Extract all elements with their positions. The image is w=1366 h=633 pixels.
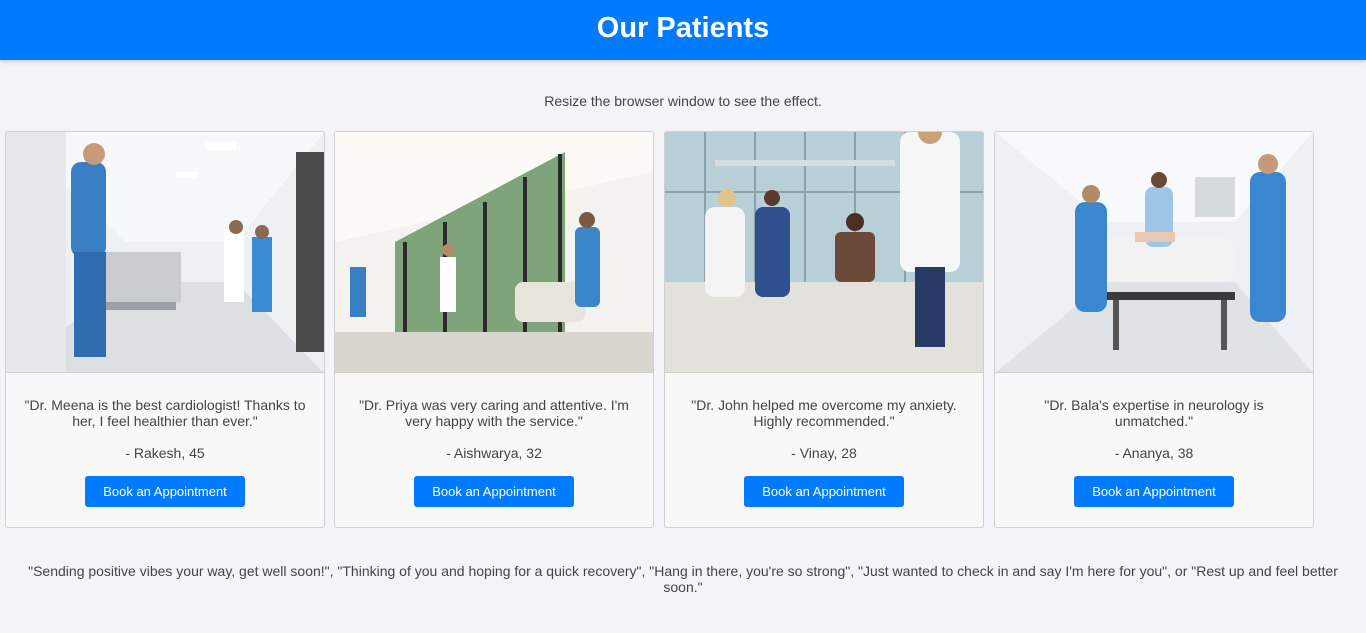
book-appointment-button[interactable]: Book an Appointment bbox=[744, 476, 904, 507]
testimonial-author: - Aishwarya, 32 bbox=[446, 445, 542, 461]
testimonial-quote: "Dr. John helped me overcome my anxiety.… bbox=[691, 397, 957, 429]
book-appointment-button[interactable]: Book an Appointment bbox=[414, 476, 574, 507]
testimonial-author: - Ananya, 38 bbox=[1114, 445, 1194, 461]
book-appointment-button[interactable]: Book an Appointment bbox=[1074, 476, 1234, 507]
get-well-messages: "Sending positive vibes your way, get we… bbox=[28, 563, 1338, 595]
testimonial-card: "Dr. Meena is the best cardiologist! Tha… bbox=[5, 131, 325, 528]
intro-text: Resize the browser window to see the eff… bbox=[544, 93, 822, 109]
hospital-corridor-photo bbox=[6, 132, 324, 373]
page-title: Our Patients bbox=[596, 11, 770, 44]
testimonial-card: "Dr. Bala's expertise in neurology is un… bbox=[994, 131, 1314, 528]
hospital-lobby-photo bbox=[665, 132, 983, 373]
page-header: Our Patients bbox=[0, 0, 1366, 60]
testimonial-card: "Dr. Priya was very caring and attentive… bbox=[334, 131, 654, 528]
emergency-stretcher-photo bbox=[995, 132, 1313, 373]
testimonial-quote: "Dr. Meena is the best cardiologist! Tha… bbox=[24, 397, 306, 429]
testimonial-quote: "Dr. Bala's expertise in neurology is un… bbox=[1044, 397, 1264, 429]
testimonial-author: - Rakesh, 45 bbox=[125, 445, 205, 461]
testimonial-quote: "Dr. Priya was very caring and attentive… bbox=[359, 397, 629, 429]
testimonial-card: "Dr. John helped me overcome my anxiety.… bbox=[664, 131, 984, 528]
testimonial-author: - Vinay, 28 bbox=[791, 445, 857, 461]
hospital-hallway-photo bbox=[335, 132, 653, 373]
book-appointment-button[interactable]: Book an Appointment bbox=[85, 476, 245, 507]
